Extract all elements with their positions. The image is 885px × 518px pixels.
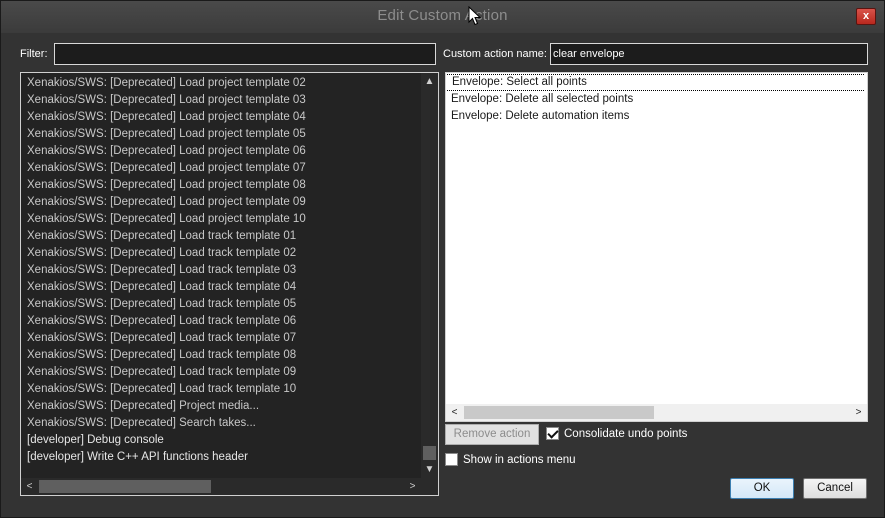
list-item[interactable]: Envelope: Delete all selected points (446, 91, 865, 108)
list-item[interactable]: [developer] Write C++ API functions head… (21, 449, 421, 466)
list-item[interactable]: Envelope: Select all points (447, 74, 864, 91)
custom-action-name-label: Custom action name: (443, 48, 547, 60)
action-list[interactable]: Xenakios/SWS: [Deprecated] Load project … (20, 72, 439, 496)
consolidate-undo-checkbox-row[interactable]: Consolidate undo points (546, 427, 687, 440)
custom-action-steps-list[interactable]: Envelope: Select all points Envelope: Del… (445, 72, 868, 422)
list-item[interactable]: Xenakios/SWS: [Deprecated] Project media… (21, 398, 421, 415)
show-in-menu-checkbox-row[interactable]: Show in actions menu (445, 453, 576, 466)
scroll-right-icon[interactable]: > (850, 404, 867, 421)
steps-list-hscroll[interactable]: < > (446, 404, 867, 421)
remove-action-button[interactable]: Remove action (445, 424, 539, 445)
close-icon: x (862, 10, 870, 22)
window-title: Edit Custom Action (377, 7, 508, 24)
list-item[interactable]: Xenakios/SWS: [Deprecated] Load track te… (21, 313, 421, 330)
list-item[interactable]: Xenakios/SWS: [Deprecated] Load track te… (21, 347, 421, 364)
action-list-hscroll[interactable]: < > (21, 478, 421, 495)
list-item[interactable]: [developer] Debug console (21, 432, 421, 449)
scroll-up-icon[interactable]: ▲ (421, 73, 438, 90)
list-item[interactable]: Xenakios/SWS: [Deprecated] Load project … (21, 160, 421, 177)
cancel-button[interactable]: Cancel (803, 478, 867, 499)
hscroll-thumb[interactable] (39, 480, 211, 493)
list-item[interactable]: Xenakios/SWS: [Deprecated] Load project … (21, 126, 421, 143)
list-item[interactable]: Xenakios/SWS: [Deprecated] Load project … (21, 143, 421, 160)
list-item[interactable]: Xenakios/SWS: [Deprecated] Load project … (21, 75, 421, 92)
filter-input[interactable] (54, 43, 436, 65)
consolidate-undo-label: Consolidate undo points (564, 427, 688, 440)
custom-action-name-input[interactable] (550, 43, 868, 65)
list-item[interactable]: Xenakios/SWS: [Deprecated] Load project … (21, 177, 421, 194)
ok-button[interactable]: OK (730, 478, 794, 499)
scroll-down-icon[interactable]: ▼ (421, 461, 438, 478)
scroll-right-icon[interactable]: > (404, 478, 421, 495)
list-item[interactable]: Xenakios/SWS: [Deprecated] Load track te… (21, 228, 421, 245)
list-item[interactable]: Xenakios/SWS: [Deprecated] Load track te… (21, 262, 421, 279)
close-button[interactable]: x (856, 8, 876, 25)
vscroll-thumb[interactable] (423, 446, 436, 460)
scroll-corner (421, 478, 438, 495)
edit-custom-action-dialog: Edit Custom Action x Filter: Custom acti… (0, 0, 885, 518)
title-bar[interactable]: Edit Custom Action x (1, 1, 884, 33)
hscroll-thumb[interactable] (464, 406, 654, 419)
list-item[interactable]: Xenakios/SWS: [Deprecated] Load track te… (21, 245, 421, 262)
list-item[interactable]: Xenakios/SWS: [Deprecated] Load track te… (21, 364, 421, 381)
list-item[interactable]: Xenakios/SWS: [Deprecated] Load project … (21, 194, 421, 211)
list-item[interactable]: Xenakios/SWS: [Deprecated] Load project … (21, 211, 421, 228)
filter-label: Filter: (20, 48, 48, 60)
scroll-left-icon[interactable]: < (21, 478, 38, 495)
list-item[interactable]: Xenakios/SWS: [Deprecated] Load track te… (21, 381, 421, 398)
scroll-left-icon[interactable]: < (446, 404, 463, 421)
dialog-body: Filter: Custom action name: Xenakios/SWS… (8, 35, 878, 511)
list-item[interactable]: Xenakios/SWS: [Deprecated] Load track te… (21, 296, 421, 313)
list-item[interactable]: Xenakios/SWS: [Deprecated] Search takes.… (21, 415, 421, 432)
consolidate-undo-checkbox[interactable] (546, 427, 559, 440)
list-item[interactable]: Xenakios/SWS: [Deprecated] Load project … (21, 109, 421, 126)
action-list-vscroll[interactable]: ▲ ▼ (421, 73, 438, 478)
arrow-cursor-icon (468, 6, 482, 26)
list-item[interactable]: Xenakios/SWS: [Deprecated] Load track te… (21, 330, 421, 347)
show-in-menu-checkbox[interactable] (445, 453, 458, 466)
show-in-menu-label: Show in actions menu (463, 453, 576, 466)
list-item[interactable]: Xenakios/SWS: [Deprecated] Load project … (21, 92, 421, 109)
list-item[interactable]: Envelope: Delete automation items (446, 108, 865, 125)
list-item[interactable]: Xenakios/SWS: [Deprecated] Load track te… (21, 279, 421, 296)
